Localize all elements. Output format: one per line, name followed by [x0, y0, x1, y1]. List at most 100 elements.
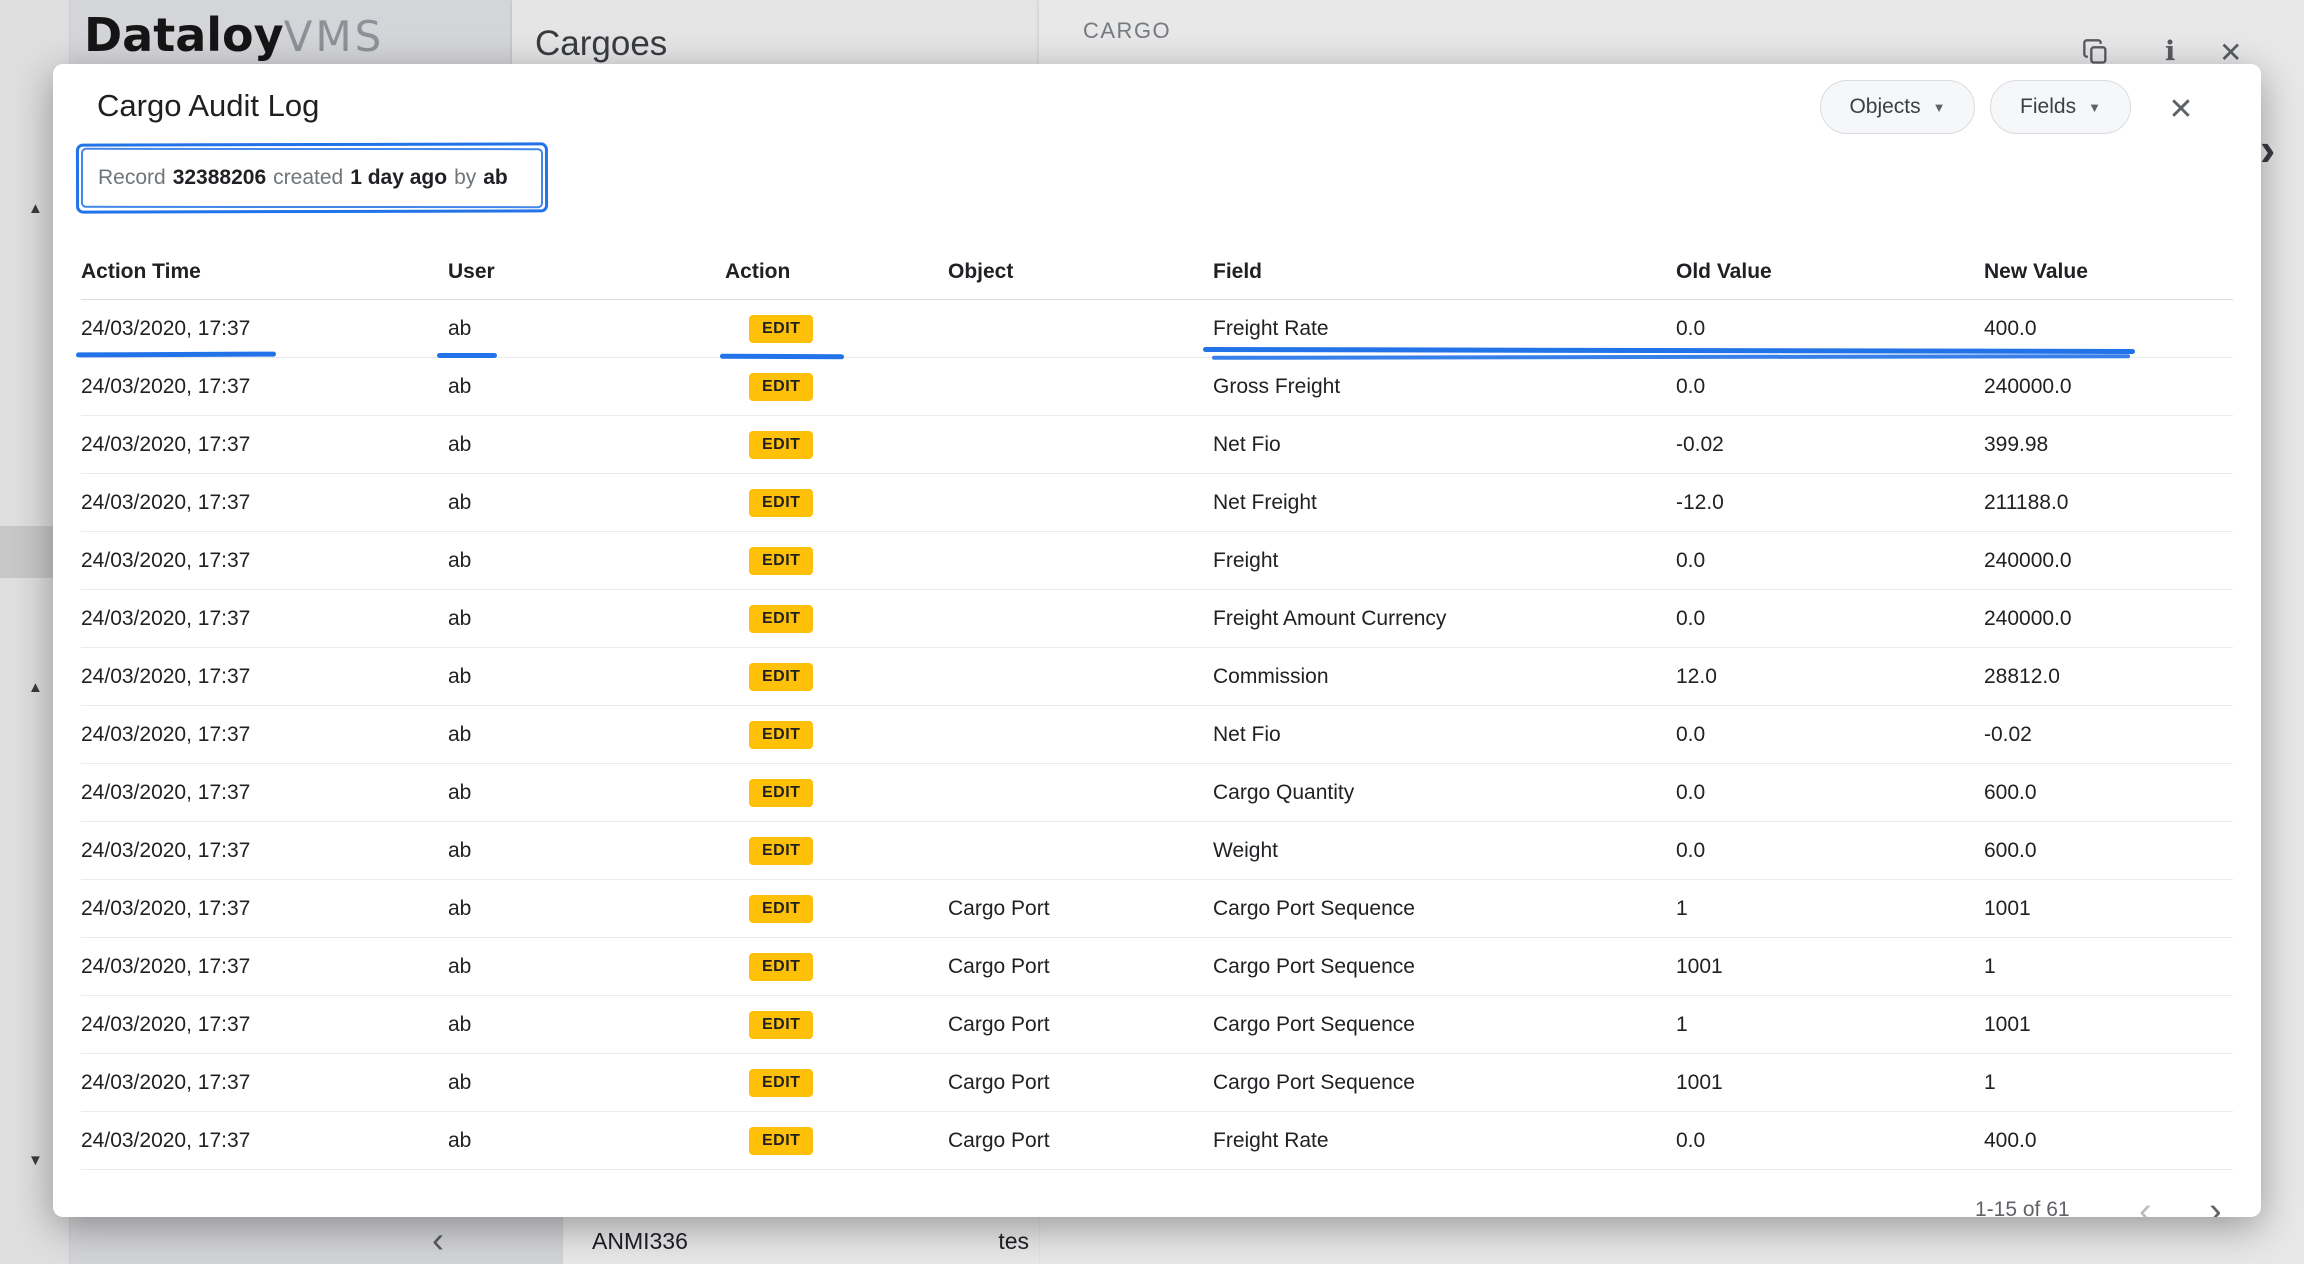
table-row[interactable]: 24/03/2020, 17:37 ab EDIT Cargo Quantity…	[81, 764, 2233, 822]
table-row[interactable]: 24/03/2020, 17:37 ab EDIT Cargo Port Car…	[81, 938, 2233, 996]
record-id: 32388206	[173, 166, 266, 190]
pagination-prev-icon[interactable]: ‹	[2139, 1190, 2152, 1217]
cell-action: EDIT	[725, 489, 948, 517]
edit-action-badge: EDIT	[749, 1127, 813, 1155]
cell-user: ab	[448, 665, 725, 689]
cell-user: ab	[448, 549, 725, 573]
cell-action-time: 24/03/2020, 17:37	[81, 491, 448, 515]
table-row[interactable]: 24/03/2020, 17:37 ab EDIT Weight 0.0 600…	[81, 822, 2233, 880]
cell-user: ab	[448, 781, 725, 805]
cell-user: ab	[448, 607, 725, 631]
cell-field: Freight	[1213, 549, 1676, 573]
edit-action-badge: EDIT	[749, 953, 813, 981]
fields-filter-button[interactable]: Fields ▼	[1990, 80, 2131, 134]
cell-old-value: 0.0	[1676, 317, 1984, 341]
cell-new-value: 1	[1984, 1071, 2233, 1095]
edit-action-badge: EDIT	[749, 431, 813, 459]
table-row[interactable]: 24/03/2020, 17:37 ab EDIT Freight Rate 0…	[81, 300, 2233, 358]
column-header-new-value: New Value	[1984, 260, 2233, 284]
cell-new-value: 399.98	[1984, 433, 2233, 457]
audit-table: Action TimeUserActionObjectFieldOld Valu…	[81, 244, 2233, 1170]
edit-action-badge: EDIT	[749, 1069, 813, 1097]
column-header-action: Action	[725, 260, 948, 284]
cell-old-value: 0.0	[1676, 1129, 1984, 1153]
cell-user: ab	[448, 433, 725, 457]
cell-user: ab	[448, 1071, 725, 1095]
cell-field: Net Freight	[1213, 491, 1676, 515]
cell-field: Net Fio	[1213, 433, 1676, 457]
edit-action-badge: EDIT	[749, 779, 813, 807]
cell-action-time: 24/03/2020, 17:37	[81, 955, 448, 979]
table-row[interactable]: 24/03/2020, 17:37 ab EDIT Commission 12.…	[81, 648, 2233, 706]
cell-object: Cargo Port	[948, 1129, 1213, 1153]
cell-old-value: 12.0	[1676, 665, 1984, 689]
table-row[interactable]: 24/03/2020, 17:37 ab EDIT Freight Amount…	[81, 590, 2233, 648]
table-row[interactable]: 24/03/2020, 17:37 ab EDIT Gross Freight …	[81, 358, 2233, 416]
cell-user: ab	[448, 723, 725, 747]
fields-button-label: Fields	[2020, 95, 2076, 119]
cell-action: EDIT	[725, 779, 948, 807]
table-row[interactable]: 24/03/2020, 17:37 ab EDIT Freight 0.0 24…	[81, 532, 2233, 590]
cell-action: EDIT	[725, 721, 948, 749]
cell-field: Freight Rate	[1213, 1129, 1676, 1153]
cell-old-value: 1	[1676, 1013, 1984, 1037]
dialog-title: Cargo Audit Log	[97, 88, 319, 124]
cell-action: EDIT	[725, 1011, 948, 1039]
cell-user: ab	[448, 317, 725, 341]
record-created-word: created	[273, 166, 343, 190]
column-header-object: Object	[948, 260, 1213, 284]
edit-action-badge: EDIT	[749, 895, 813, 923]
cell-old-value: 0.0	[1676, 781, 1984, 805]
cell-user: ab	[448, 897, 725, 921]
table-row[interactable]: 24/03/2020, 17:37 ab EDIT Net Fio 0.0 -0…	[81, 706, 2233, 764]
table-row[interactable]: 24/03/2020, 17:37 ab EDIT Cargo Port Car…	[81, 996, 2233, 1054]
cell-old-value: 0.0	[1676, 839, 1984, 863]
pagination-next-icon[interactable]: ›	[2209, 1190, 2222, 1217]
table-row[interactable]: 24/03/2020, 17:37 ab EDIT Cargo Port Car…	[81, 880, 2233, 938]
cell-action-time: 24/03/2020, 17:37	[81, 897, 448, 921]
pagination-range-label: 1-15 of 61	[1975, 1198, 2070, 1217]
objects-filter-button[interactable]: Objects ▼	[1820, 80, 1975, 134]
cell-new-value: 1001	[1984, 897, 2233, 921]
cell-user: ab	[448, 839, 725, 863]
cell-new-value: 240000.0	[1984, 375, 2233, 399]
edit-action-badge: EDIT	[749, 605, 813, 633]
cell-old-value: 1	[1676, 897, 1984, 921]
cell-action: EDIT	[725, 315, 948, 343]
edit-action-badge: EDIT	[749, 663, 813, 691]
table-row[interactable]: 24/03/2020, 17:37 ab EDIT Cargo Port Fre…	[81, 1112, 2233, 1170]
dialog-close-icon[interactable]: ✕	[2161, 89, 2201, 129]
cell-action: EDIT	[725, 1127, 948, 1155]
cell-action: EDIT	[725, 373, 948, 401]
cell-old-value: 1001	[1676, 1071, 1984, 1095]
cell-action-time: 24/03/2020, 17:37	[81, 839, 448, 863]
cell-action-time: 24/03/2020, 17:37	[81, 317, 448, 341]
edit-action-badge: EDIT	[749, 373, 813, 401]
cell-field: Cargo Port Sequence	[1213, 955, 1676, 979]
cell-action: EDIT	[725, 663, 948, 691]
cell-user: ab	[448, 1013, 725, 1037]
cell-action-time: 24/03/2020, 17:37	[81, 607, 448, 631]
cell-new-value: 600.0	[1984, 781, 2233, 805]
cell-action-time: 24/03/2020, 17:37	[81, 1071, 448, 1095]
audit-table-body: 24/03/2020, 17:37 ab EDIT Freight Rate 0…	[81, 300, 2233, 1170]
cell-action-time: 24/03/2020, 17:37	[81, 1013, 448, 1037]
cell-new-value: 1001	[1984, 1013, 2233, 1037]
column-header-user: User	[448, 260, 725, 284]
table-row[interactable]: 24/03/2020, 17:37 ab EDIT Cargo Port Car…	[81, 1054, 2233, 1112]
cell-old-value: -12.0	[1676, 491, 1984, 515]
cell-field: Commission	[1213, 665, 1676, 689]
column-header-action-time: Action Time	[81, 260, 448, 284]
cell-field: Net Fio	[1213, 723, 1676, 747]
cell-action-time: 24/03/2020, 17:37	[81, 375, 448, 399]
cell-field: Gross Freight	[1213, 375, 1676, 399]
table-row[interactable]: 24/03/2020, 17:37 ab EDIT Net Fio -0.02 …	[81, 416, 2233, 474]
table-row[interactable]: 24/03/2020, 17:37 ab EDIT Net Freight -1…	[81, 474, 2233, 532]
cell-user: ab	[448, 1129, 725, 1153]
objects-button-label: Objects	[1849, 95, 1920, 119]
cell-field: Freight Rate	[1213, 317, 1676, 341]
cell-action: EDIT	[725, 895, 948, 923]
edit-action-badge: EDIT	[749, 1011, 813, 1039]
record-created-banner: Record 32388206 created 1 day ago by ab	[76, 144, 530, 212]
cell-new-value: 400.0	[1984, 317, 2233, 341]
